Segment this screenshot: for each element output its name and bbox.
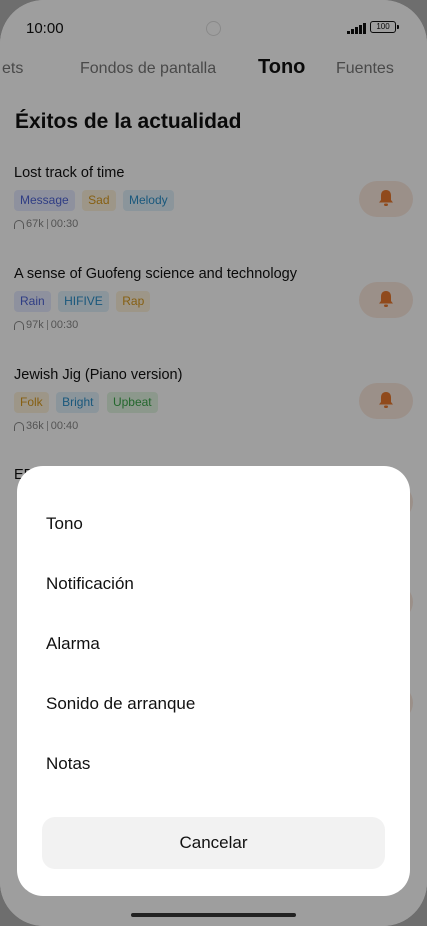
cancel-button[interactable]: Cancelar [42,817,385,869]
phone-screen: 10:00 100 ets Fondos de pantalla Tono Fu… [0,0,427,926]
option-notification[interactable]: Notificación [46,574,134,594]
option-ringtone[interactable]: Tono [46,514,83,534]
ringtone-type-sheet: Tono Notificación Alarma Sonido de arran… [17,466,410,896]
option-startup-sound[interactable]: Sonido de arranque [46,694,195,714]
option-alarm[interactable]: Alarma [46,634,100,654]
home-indicator[interactable] [131,913,296,917]
option-notes[interactable]: Notas [46,754,90,774]
